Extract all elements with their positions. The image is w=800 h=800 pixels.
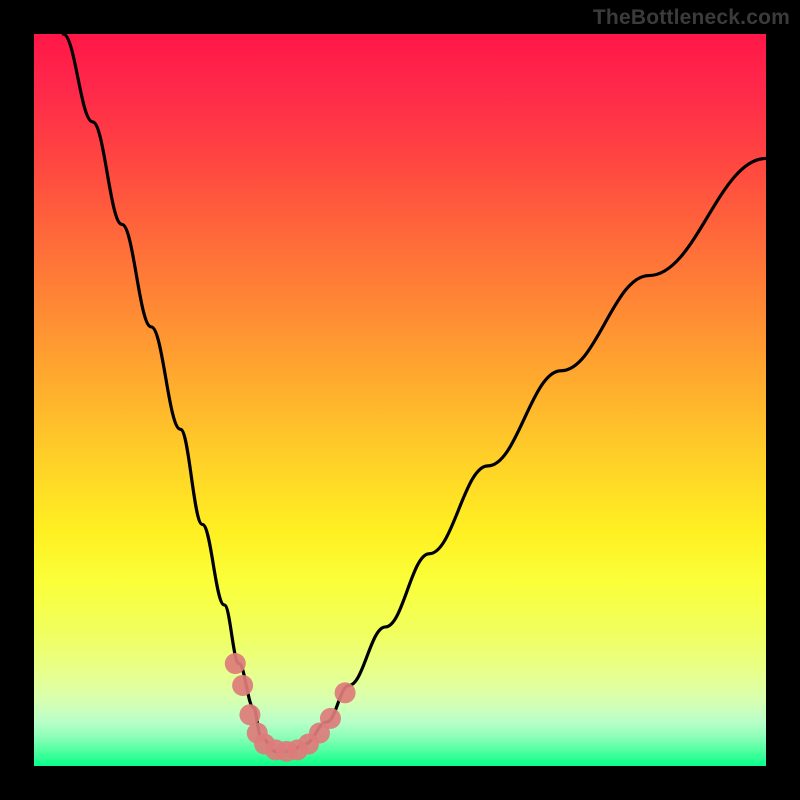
bottleneck-curve xyxy=(63,34,766,751)
chart-frame: TheBottleneck.com xyxy=(0,0,800,800)
highlight-marker xyxy=(225,653,246,674)
curve-layer xyxy=(34,34,766,766)
watermark-label: TheBottleneck.com xyxy=(593,6,790,30)
highlight-marker xyxy=(335,682,356,703)
highlight-marker xyxy=(239,704,260,725)
highlight-marker xyxy=(232,675,253,696)
highlight-marker xyxy=(320,708,341,729)
plot-area xyxy=(34,34,766,766)
